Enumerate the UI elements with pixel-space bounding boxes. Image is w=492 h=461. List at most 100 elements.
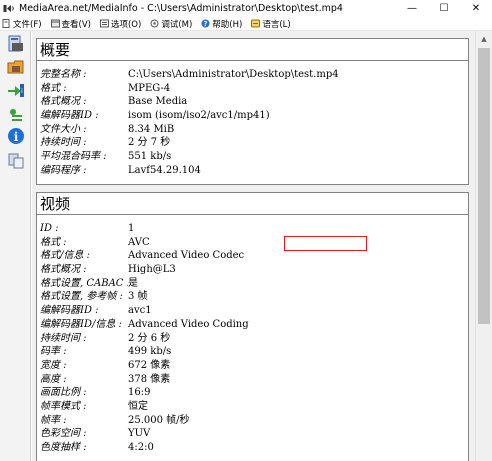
row-key: 完整名称 : bbox=[40, 69, 87, 80]
info-row: 编解码器ID : avc1 bbox=[37, 304, 468, 318]
row-key: 格式概况 : bbox=[40, 96, 87, 108]
row-value: MPEG-4 bbox=[128, 82, 171, 94]
row-value: 3 帧 bbox=[128, 291, 148, 303]
row-key: 编解码器ID : bbox=[40, 305, 99, 317]
info-row: 帧率模式 : 恒定 bbox=[37, 400, 468, 414]
menu-options[interactable]: 选项(O) bbox=[99, 18, 142, 30]
row-value: Advanced Video Coding bbox=[128, 318, 249, 330]
row-value: 2 分 7 秒 bbox=[128, 137, 171, 149]
row-value: 8.34 MiB bbox=[128, 123, 175, 135]
info-row: 宽度 : 672 像素 bbox=[37, 359, 468, 373]
info-row: 文件大小 : 8.34 MiB bbox=[37, 123, 468, 137]
vertical-scrollbar[interactable]: ▲ bbox=[475, 31, 492, 461]
row-value: Lavf54.29.104 bbox=[128, 164, 201, 176]
row-key: 文件大小 : bbox=[40, 123, 87, 135]
info-row: 平均混合码率 : 551 kb/s bbox=[37, 150, 468, 164]
row-key: ID : bbox=[40, 223, 59, 234]
info-row: 编解码器ID/信息 : Advanced Video Coding bbox=[37, 318, 468, 332]
options-icon bbox=[99, 19, 109, 28]
row-value: 25.000 帧/秒 bbox=[128, 414, 190, 426]
row-value: AVC bbox=[128, 236, 150, 248]
row-key: 格式 : bbox=[40, 236, 67, 248]
row-value: 2 分 6 秒 bbox=[128, 332, 171, 344]
options-icon[interactable] bbox=[6, 106, 26, 126]
menu-language[interactable]: 语言(L) bbox=[251, 18, 291, 30]
menu-options-label: 选项(O) bbox=[110, 19, 142, 30]
scroll-up-arrow-icon[interactable]: ▲ bbox=[476, 31, 492, 47]
row-key: 帧率 : bbox=[40, 414, 67, 426]
menu-file[interactable]: 文件(F) bbox=[2, 18, 42, 30]
avc-highlight-box bbox=[284, 236, 367, 251]
row-value: 551 kb/s bbox=[128, 151, 172, 163]
view-icon bbox=[50, 19, 60, 28]
row-key: 持续时间 : bbox=[40, 137, 87, 149]
menu-file-label: 文件(F) bbox=[13, 19, 42, 30]
row-key: 宽度 : bbox=[40, 359, 67, 371]
info-row: 码率 : 499 kb/s bbox=[37, 345, 468, 359]
row-value: Advanced Video Codec bbox=[128, 250, 245, 262]
row-key: 画面比例 : bbox=[40, 387, 87, 399]
info-row: 编解码器ID : isom (isom/iso2/avc1/mp41) bbox=[37, 109, 468, 123]
menu-view[interactable]: 查看(V) bbox=[50, 18, 91, 30]
row-key: 色彩空间 : bbox=[40, 428, 87, 440]
info-row: 帧率 : 25.000 帧/秒 bbox=[37, 414, 468, 428]
row-key: 格式概况 : bbox=[40, 264, 87, 276]
row-value: C:\Users\Administrator\Desktop\test.mp4 bbox=[128, 69, 339, 80]
open-folder-icon[interactable] bbox=[6, 57, 26, 77]
menu-help-label: 帮助(H) bbox=[212, 19, 243, 30]
row-value: YUV bbox=[128, 428, 151, 440]
row-key: 格式/信息 : bbox=[40, 250, 90, 262]
menu-bar: 文件(F) 查看(V) 选项(O) 调试(M) ? 帮助(H) 语言(L) bbox=[0, 17, 492, 31]
row-value: 378 像素 bbox=[128, 373, 171, 385]
row-value: 1 bbox=[128, 223, 135, 234]
left-toolbar: i i bbox=[0, 31, 31, 461]
row-key: 帧率模式 : bbox=[40, 400, 87, 412]
row-key: 格式设置, CABAC : bbox=[40, 277, 128, 289]
menu-help[interactable]: ? 帮助(H) bbox=[201, 18, 242, 30]
row-value: 4:2:0 bbox=[128, 442, 154, 453]
info-row: 格式 : MPEG-4 bbox=[37, 82, 468, 96]
info-row: 格式设置, 参考帧 : 3 帧 bbox=[37, 290, 468, 304]
debug-icon bbox=[150, 19, 159, 28]
general-section: 概要 完整名称 : C:\Users\Administrator\Desktop\… bbox=[36, 38, 469, 185]
row-value: 672 像素 bbox=[128, 359, 171, 371]
row-key: 持续时间 : bbox=[40, 332, 87, 344]
info-row: 编码程序 : Lavf54.29.104 bbox=[37, 164, 468, 178]
export-icon[interactable]: i bbox=[6, 80, 26, 100]
window-title: MediaArea.net/MediaInfo - C:\Users\Admin… bbox=[19, 3, 343, 14]
info-row: 高度 : 378 像素 bbox=[37, 373, 468, 387]
row-value: 499 kb/s bbox=[128, 346, 172, 358]
open-file-icon[interactable] bbox=[6, 34, 26, 54]
close-button[interactable]: ✕ bbox=[460, 0, 492, 17]
maximize-button[interactable]: ☐ bbox=[428, 0, 460, 17]
info-row: 色度抽样 : 4:2:0 bbox=[37, 441, 468, 455]
row-value: 恒定 bbox=[128, 400, 148, 412]
language-icon bbox=[251, 19, 261, 28]
info-row: 完整名称 : C:\Users\Administrator\Desktop\tes… bbox=[37, 68, 468, 82]
row-value: avc1 bbox=[128, 305, 152, 317]
info-row: 持续时间 : 2 分 6 秒 bbox=[37, 332, 468, 346]
knowledge-icon[interactable] bbox=[6, 150, 26, 170]
menu-debug[interactable]: 调试(M) bbox=[150, 18, 192, 30]
minimize-button[interactable]: — bbox=[396, 0, 428, 17]
row-key: 码率 : bbox=[40, 346, 67, 358]
about-icon[interactable]: i bbox=[6, 126, 26, 146]
row-key: 平均混合码率 : bbox=[40, 151, 107, 163]
info-row: 格式设置, CABAC :是 bbox=[37, 277, 468, 291]
scroll-thumb[interactable] bbox=[478, 48, 490, 324]
mediainfo-app-icon bbox=[3, 3, 15, 14]
info-row: 色彩空间 : YUV bbox=[37, 427, 468, 441]
row-key: 格式设置, 参考帧 : bbox=[40, 291, 123, 303]
info-content: 概要 完整名称 : C:\Users\Administrator\Desktop\… bbox=[32, 31, 475, 461]
file-icon bbox=[2, 19, 11, 28]
row-key: 色度抽样 : bbox=[40, 442, 87, 453]
info-row: 画面比例 : 16:9 bbox=[37, 386, 468, 400]
row-value: 16:9 bbox=[128, 387, 151, 399]
row-key: 编码程序 : bbox=[40, 164, 87, 176]
info-row: ID : 1 bbox=[37, 222, 468, 236]
help-icon: ? bbox=[201, 19, 210, 28]
row-value: isom (isom/iso2/avc1/mp41) bbox=[128, 110, 270, 122]
row-value: 是 bbox=[128, 277, 138, 289]
menu-debug-label: 调试(M) bbox=[161, 19, 193, 30]
row-value: Base Media bbox=[128, 96, 188, 108]
